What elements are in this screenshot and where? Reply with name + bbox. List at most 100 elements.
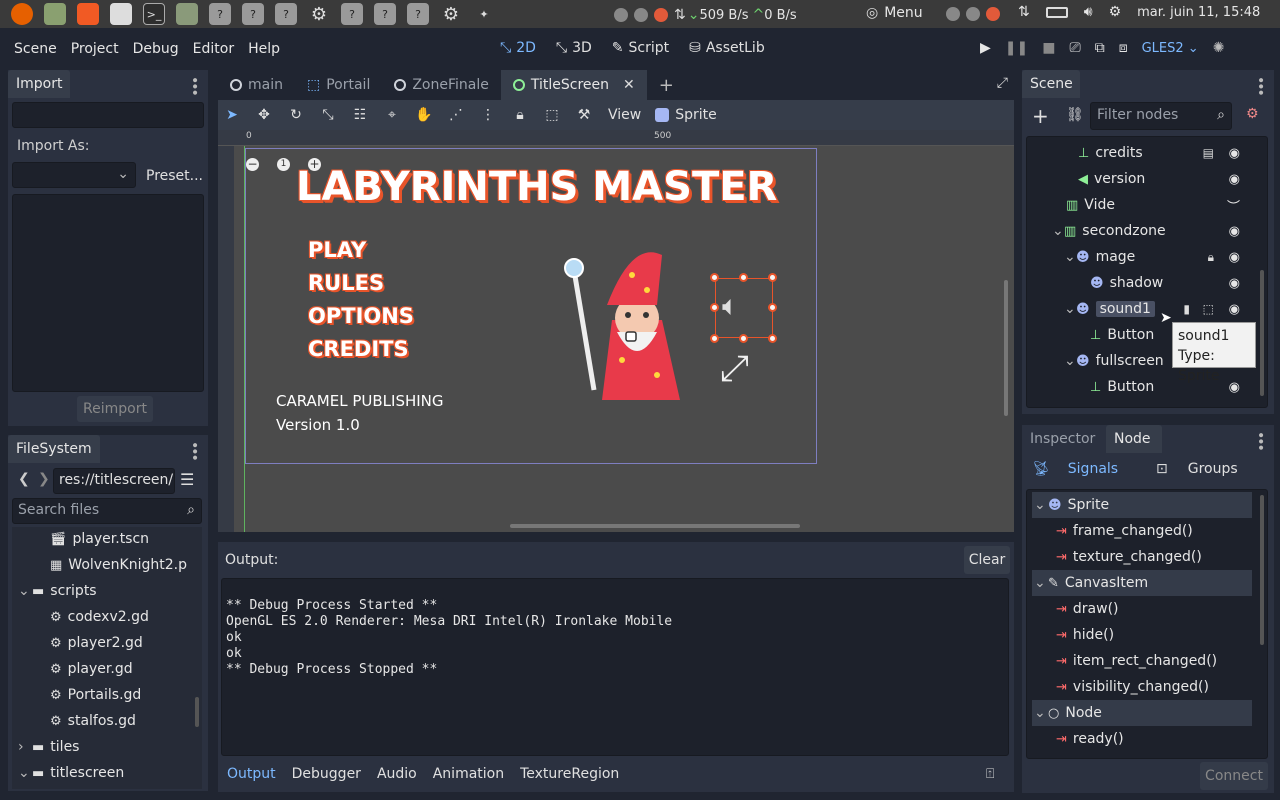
network-transfer-icon[interactable]: ⇅ [1018,4,1030,20]
file-tree-item[interactable]: ⚙ codexv2.gd [50,604,149,630]
maximize-button[interactable] [966,7,980,21]
scene-tab[interactable]: Scene [1022,70,1080,98]
signal-item[interactable]: ⇥ item_rect_changed() [1032,648,1252,674]
resize-handle[interactable] [710,303,719,312]
split-view-icon[interactable]: ☰ [180,470,194,489]
snap-icon[interactable]: ⋰ [444,103,468,127]
tab-output[interactable]: Output [227,766,276,782]
file-tree-item[interactable]: 🎬︎ player.tscn [50,526,149,552]
minimize-button[interactable] [946,7,960,21]
signals-tab[interactable]: 📡︎ Signals [1032,461,1118,477]
movie-icon[interactable]: ⧈ [1119,40,1128,56]
menu-editor[interactable]: Editor [186,41,241,57]
visibility-eye-icon[interactable]: ◉ [1229,146,1240,161]
tab-animation[interactable]: Animation [433,766,504,782]
fullscreen-sprite-icon[interactable]: ⤢ [720,348,749,390]
import-file-field[interactable] [12,102,204,128]
play-icon[interactable]: ▶ [980,40,991,56]
unknown-app-icon[interactable]: ? [275,3,297,25]
filesystem-path-field[interactable]: res://titlescreen/ [53,468,175,494]
tree-scrollbar[interactable] [1260,495,1264,645]
chevron-down-icon[interactable]: ⌄ [1034,497,1046,513]
select-tool-icon[interactable]: ➤ [220,103,244,127]
gear-icon[interactable]: ⚙ [308,3,330,25]
scene-tree-node[interactable]: ⊥ credits ◉ ▤ [1078,140,1252,166]
canvas-viewport[interactable]: 0 500 − 1 + LABYRINTHS MASTER PLAY RULES… [218,130,1014,532]
reimport-button[interactable]: Reimport [77,396,153,422]
list-select-icon[interactable]: ☷ [348,103,372,127]
signal-item[interactable]: ⇥ ready() [1032,726,1252,752]
godot-icon[interactable]: ✦ [473,3,495,25]
chevron-down-icon[interactable]: ⌄ [1064,249,1076,265]
group-icon[interactable]: ⬚ [1203,302,1214,316]
scene-tab-titlescreen[interactable]: TitleScreen ✕ [500,70,647,100]
remote-tree-icon[interactable]: ⚙ [1246,106,1259,122]
chevron-down-icon[interactable]: ⌄ [1034,705,1046,721]
chevron-down-icon[interactable]: ⌄ [1064,353,1076,369]
scene-tab-main[interactable]: main [218,70,295,100]
menu-scene[interactable]: Scene [7,41,64,57]
chevron-right-icon[interactable]: › [18,739,28,755]
dock-menu-icon[interactable]: ••• [1252,431,1268,450]
zoom-reset[interactable]: 1 [277,158,290,171]
terminal-icon[interactable]: >_ [143,3,165,25]
sprite-menu[interactable]: Sprite [655,107,717,123]
scene-tree-node[interactable]: ⌄ ▥ secondzone ◉ [1052,218,1252,244]
pivot-tool-icon[interactable]: ⌖ [380,103,404,127]
script-attached-icon[interactable]: ▤ [1203,146,1214,160]
workspace-assetlib[interactable]: ⛁ AssetLib [689,40,765,56]
lock-icon[interactable]: 🔒︎ [1208,250,1214,265]
import-as-select[interactable]: ⌄ [12,162,136,188]
signal-item[interactable]: ⇥ draw() [1032,596,1252,622]
vertical-scrollbar[interactable] [1004,280,1008,416]
tab-node[interactable]: Node [1106,425,1162,453]
close-button[interactable] [986,7,1000,21]
volume-icon[interactable]: 🔊︎ [1084,4,1093,20]
new-scene-tab[interactable]: + [647,70,686,100]
tree-scrollbar[interactable] [195,697,199,727]
notes-icon[interactable] [176,3,198,25]
signal-group-header[interactable]: ⌄ ○ Node [1032,700,1252,726]
file-tree-item[interactable]: › ▬ tiles [18,734,79,760]
lock-icon[interactable]: 🔒︎ [508,103,532,127]
wizard-sprite[interactable] [562,250,692,400]
preset-button[interactable]: Preset... [146,168,203,184]
search-files-input[interactable]: Search files ⌕ [12,498,202,524]
chevron-down-icon[interactable]: ⌄ [18,765,30,781]
connect-button[interactable]: Connect [1200,762,1268,790]
tree-scrollbar[interactable] [1260,270,1264,396]
resize-handle[interactable] [739,334,748,343]
tab-textureregion[interactable]: TextureRegion [520,766,619,782]
settings-icon[interactable]: ⚙ [1109,4,1122,20]
dock-menu-icon[interactable]: ••• [186,76,202,95]
file-tree-item[interactable]: ⚙ player.gd [50,656,133,682]
clear-button[interactable]: Clear [964,546,1010,574]
close-icon[interactable]: ✕ [623,77,635,93]
file-tree-item[interactable]: ⚙ Portails.gd [50,682,141,708]
chevron-down-icon[interactable]: ⌄ [1034,575,1046,591]
zoom-out-icon[interactable]: − [246,158,259,171]
visibility-eye-icon[interactable]: ◉ [1229,224,1240,239]
scene-tree-node[interactable]: ◀ version ◉ [1078,166,1252,192]
gear-icon[interactable]: ⚙ [440,3,462,25]
add-node-icon[interactable]: + [1032,104,1049,128]
back-arrow-icon[interactable]: ❮ [18,471,30,487]
signal-item[interactable]: ⇥ frame_changed() [1032,518,1252,544]
maximize-button[interactable] [634,8,648,22]
renderer-select[interactable]: GLES2 ⌄ [1142,41,1199,56]
signal-item[interactable]: ⇥ visibility_changed() [1032,674,1252,700]
tab-inspector[interactable]: Inspector [1022,425,1106,453]
move-tool-icon[interactable]: ✥ [252,103,276,127]
resize-handle[interactable] [768,334,777,343]
play-custom-scene-icon[interactable]: ⧉ [1095,40,1105,56]
chevron-down-icon[interactable]: ⌄ [18,583,30,599]
menu-project[interactable]: Project [64,41,126,57]
script-attached-icon[interactable]: ▮ [1183,302,1190,316]
datetime[interactable]: mar. juin 11, 15:48 [1137,5,1260,20]
view-menu[interactable]: View [608,107,641,123]
scene-tab-zonefinale[interactable]: ZoneFinale [382,70,501,100]
snap-options-icon[interactable]: ⋮ [476,103,500,127]
workspace-2d[interactable]: ⤡ 2D [500,40,536,56]
menu-debug[interactable]: Debug [126,41,186,57]
brave-icon[interactable] [77,3,99,25]
